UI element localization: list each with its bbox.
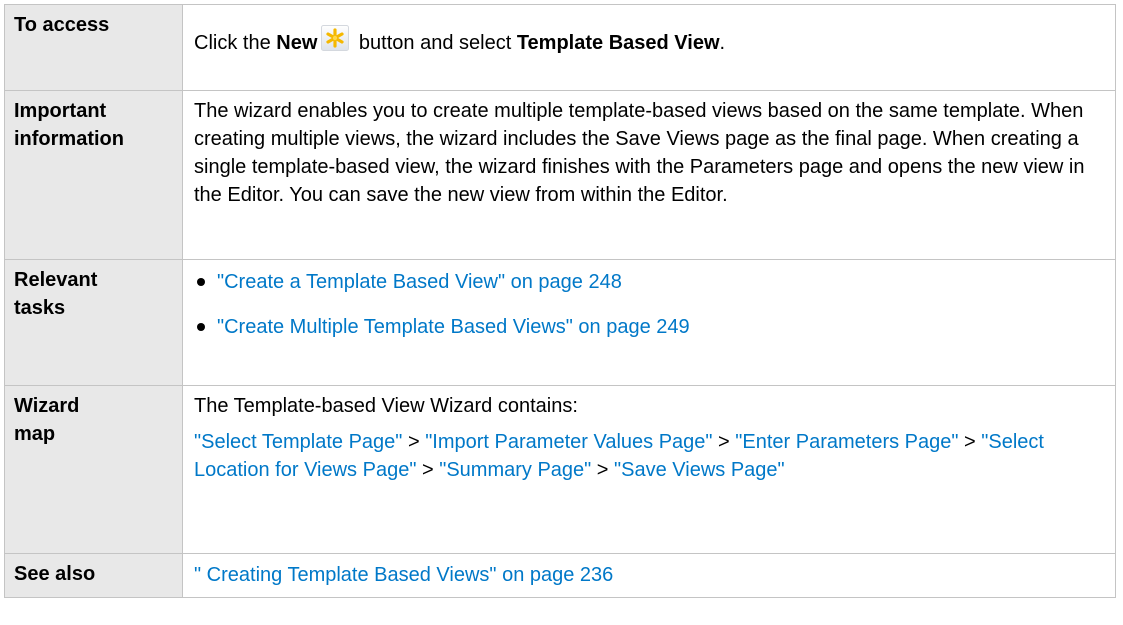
map-separator: >: [591, 459, 615, 481]
wizard-map-content: The Template-based View Wizard contains:…: [182, 385, 1116, 554]
new-word: New: [276, 32, 318, 54]
access-text-middle: button and select: [353, 32, 517, 54]
wizard-map-label: Wizard map: [4, 385, 183, 554]
map-separator: >: [712, 431, 736, 453]
map-separator: >: [402, 431, 426, 453]
enter-parameters-page-link[interactable]: "Enter Parameters Page": [735, 431, 958, 453]
wizard-map-links: "Select Template Page" > "Import Paramet…: [194, 428, 1105, 484]
map-label-line1: Wizard: [14, 395, 80, 417]
to-access-label: To access: [4, 4, 183, 91]
select-template-page-link[interactable]: "Select Template Page": [194, 431, 402, 453]
map-label-line2: map: [14, 423, 56, 445]
tasks-label-line1: Relevant: [14, 269, 98, 291]
important-information-label: Important information: [4, 90, 183, 260]
to-access-content: Click the New button and select Template…: [182, 4, 1116, 91]
creating-template-based-views-link[interactable]: " Creating Template Based Views" on page…: [194, 564, 613, 586]
row-important-information: Important information The wizard enables …: [4, 90, 1116, 260]
access-text-before: Click the: [194, 32, 277, 54]
relevant-tasks-content: "Create a Template Based View" on page 2…: [182, 259, 1116, 386]
template-based-view-text: Template Based View: [516, 32, 720, 54]
map-separator: >: [416, 459, 440, 481]
import-parameter-values-page-link[interactable]: "Import Parameter Values Page": [425, 431, 712, 453]
list-item: "Create a Template Based View" on page 2…: [194, 268, 1105, 296]
row-to-access: To access Click the New button and selec…: [4, 4, 1116, 91]
tasks-label-line2: tasks: [14, 297, 66, 319]
important-label-line2: information: [14, 128, 124, 150]
new-star-icon: [321, 25, 350, 51]
bullet-icon: [197, 278, 205, 286]
list-item: "Create Multiple Template Based Views" o…: [194, 313, 1105, 341]
relevant-tasks-label: Relevant tasks: [4, 259, 183, 386]
map-separator: >: [958, 431, 982, 453]
tasks-list: "Create a Template Based View" on page 2…: [194, 268, 1105, 341]
row-relevant-tasks: Relevant tasks "Create a Template Based V…: [4, 259, 1116, 386]
row-see-also: See also " Creating Template Based Views…: [4, 553, 1116, 598]
bullet-icon: [197, 323, 205, 331]
row-wizard-map: Wizard map The Template-based View Wizard…: [4, 385, 1116, 554]
summary-page-link[interactable]: "Summary Page": [439, 459, 591, 481]
wizard-map-intro: The Template-based View Wizard contains:: [194, 395, 578, 417]
info-table: To access Click the New button and selec…: [4, 4, 1116, 598]
create-template-based-view-link[interactable]: "Create a Template Based View" on page 2…: [217, 271, 622, 293]
important-information-text: The wizard enables you to create multipl…: [182, 90, 1116, 260]
important-label-line1: Important: [14, 100, 107, 122]
save-views-page-link[interactable]: "Save Views Page": [614, 459, 785, 481]
see-also-label: See also: [4, 553, 183, 598]
access-text-after: .: [719, 32, 726, 54]
see-also-content: " Creating Template Based Views" on page…: [182, 553, 1116, 598]
create-multiple-template-based-views-link[interactable]: "Create Multiple Template Based Views" o…: [217, 316, 690, 338]
